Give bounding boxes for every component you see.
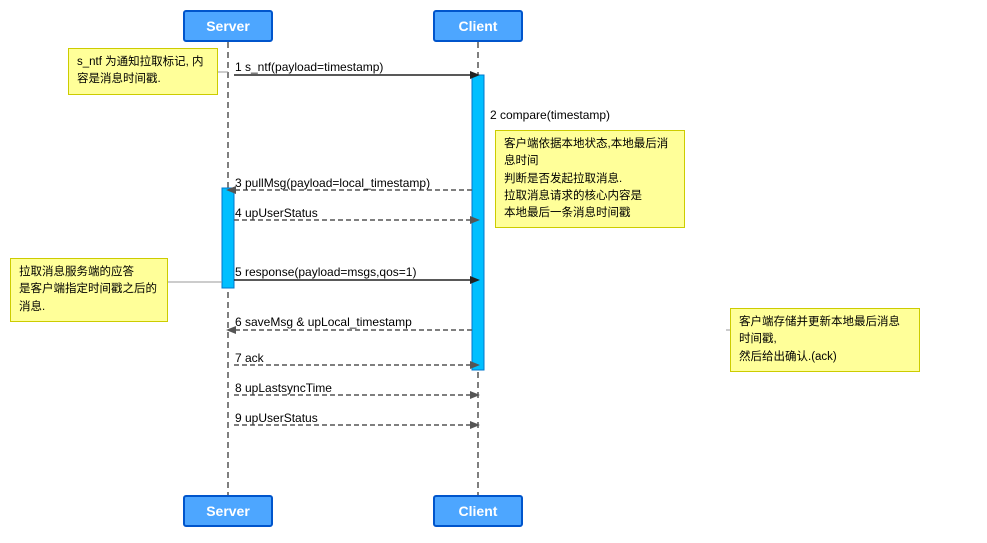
note-savemsg: 客户端存储并更新本地最后消息时间戳,然后给出确认.(ack) — [730, 308, 920, 372]
client-bottom-box: Client — [433, 495, 523, 527]
msg3-label: 3 pullMsg(payload=local_timestamp) — [235, 176, 430, 190]
client-top-box: Client — [433, 10, 523, 42]
msg5-label: 5 response(payload=msgs,qos=1) — [235, 265, 416, 279]
note-sntf: s_ntf 为通知拉取标记, 内容是消息时间戳. — [68, 48, 218, 95]
msg1-label: 1 s_ntf(payload=timestamp) — [235, 60, 383, 74]
client-label: Client — [459, 18, 498, 34]
server-bottom-label: Server — [206, 503, 250, 519]
server-top-box: Server — [183, 10, 273, 42]
server-label: Server — [206, 18, 250, 34]
note-compare: 客户端依据本地状态,本地最后消息时间判断是否发起拉取消息.拉取消息请求的核心内容… — [495, 130, 685, 228]
note-response: 拉取消息服务端的应答是客户端指定时间戳之后的消息. — [10, 258, 168, 322]
msg8-label: 8 upLastsyncTime — [235, 381, 332, 395]
msg4-label: 4 upUserStatus — [235, 206, 318, 220]
client-bottom-label: Client — [459, 503, 498, 519]
msg9-label: 9 upUserStatus — [235, 411, 318, 425]
msg2-label: 2 compare(timestamp) — [490, 108, 610, 122]
msg7-label: 7 ack — [235, 351, 264, 365]
sequence-diagram: Server Client Server Client s_ntf 为通知拉取标… — [0, 0, 987, 543]
msg6-label: 6 saveMsg & upLocal_timestamp — [235, 315, 412, 329]
server-bottom-box: Server — [183, 495, 273, 527]
